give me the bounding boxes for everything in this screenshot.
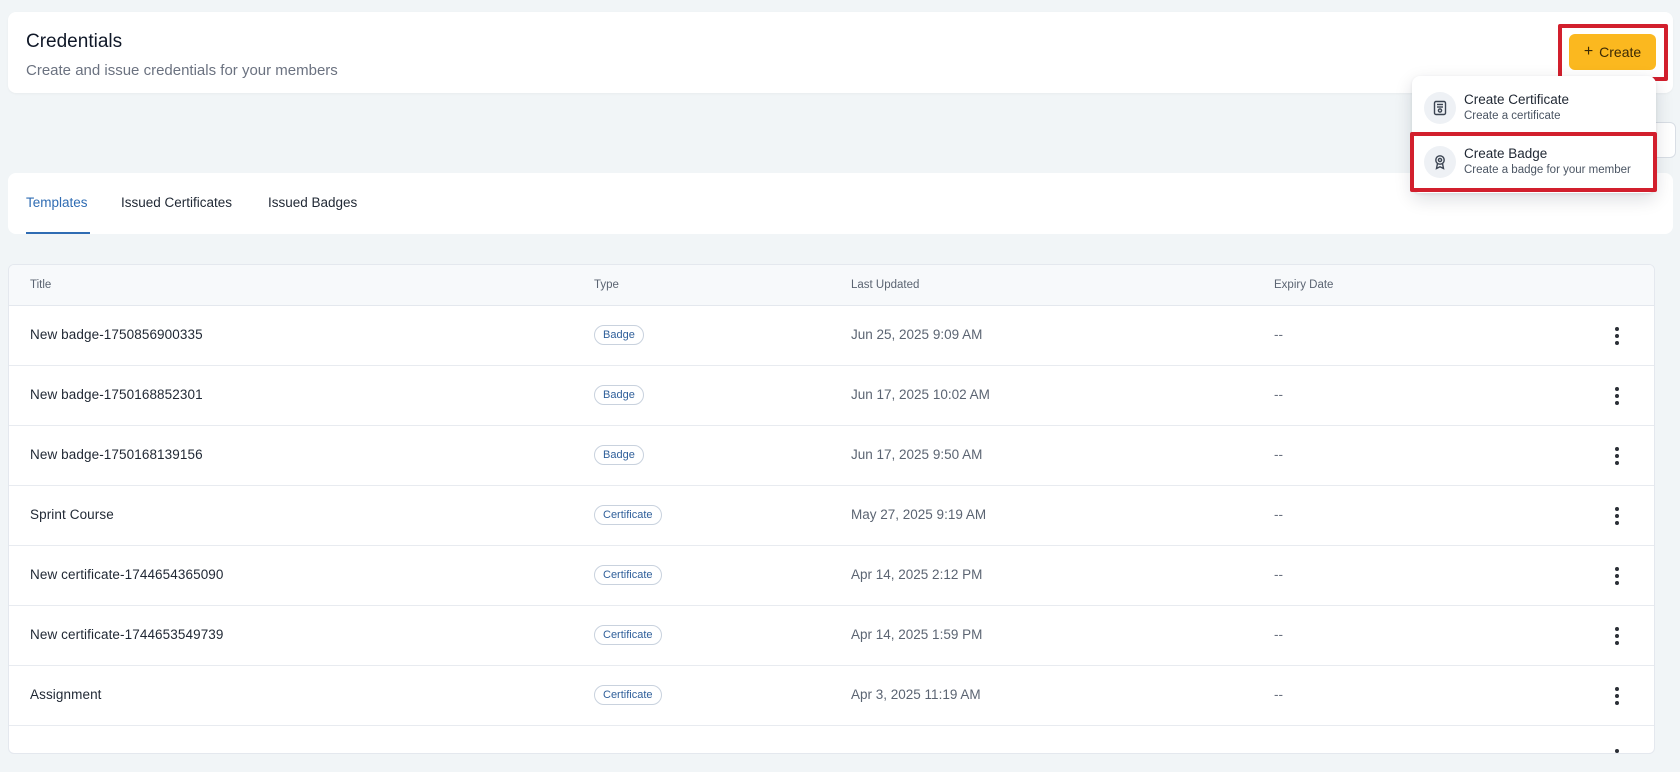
row-expiry-date: -- [1274, 627, 1283, 642]
templates-table: Title Type Last Updated Expiry Date New … [8, 264, 1655, 754]
column-header-last-updated: Last Updated [851, 279, 920, 291]
type-badge: Certificate [594, 625, 662, 645]
create-dropdown-menu: Create Certificate Create a certificate … [1412, 76, 1656, 193]
create-button-label: Create [1599, 44, 1642, 60]
tab-issued-certificates[interactable]: Issued Certificates [121, 195, 232, 210]
row-last-updated: Apr 14, 2025 1:59 PM [851, 627, 983, 642]
badge-icon [1424, 146, 1456, 178]
more-options-icon[interactable] [1609, 626, 1625, 646]
row-title[interactable]: Sprint Course [30, 507, 114, 522]
table-row[interactable]: New badge-1750168139156 Badge Jun 17, 20… [9, 426, 1654, 486]
more-options-icon[interactable] [1609, 326, 1625, 346]
row-expiry-date: -- [1274, 687, 1283, 702]
table-row[interactable]: Sprint Course Certificate May 27, 2025 9… [9, 486, 1654, 546]
row-title[interactable]: New certificate-1744654365090 [30, 567, 224, 582]
page-subtitle: Create and issue credentials for your me… [26, 62, 338, 79]
type-badge: Certificate [594, 565, 662, 585]
menu-item-description: Create a certificate [1464, 110, 1561, 122]
type-badge: Badge [594, 325, 644, 345]
row-title[interactable]: New badge-1750168852301 [30, 387, 203, 402]
menu-item-description: Create a badge for your member [1464, 164, 1631, 176]
type-badge: Certificate [594, 685, 662, 705]
column-header-expiry-date: Expiry Date [1274, 279, 1334, 291]
plus-icon: + [1583, 43, 1594, 60]
row-title[interactable]: New badge-1750168139156 [30, 447, 203, 462]
row-last-updated: Jun 25, 2025 9:09 AM [851, 327, 983, 342]
credentials-page: Credentials Create and issue credentials… [0, 0, 1680, 772]
row-expiry-date: -- [1274, 447, 1283, 462]
column-header-type: Type [594, 279, 619, 291]
table-row[interactable]: New badge-1750856900335 Badge Jun 25, 20… [9, 306, 1654, 366]
type-badge: Badge [594, 445, 644, 465]
row-expiry-date: -- [1274, 387, 1283, 402]
create-button[interactable]: + Create [1569, 34, 1656, 70]
table-row-partial[interactable] [9, 726, 1654, 753]
menu-item-title: Create Certificate [1464, 92, 1570, 107]
type-badge: Badge [594, 385, 644, 405]
more-options-icon[interactable] [1609, 566, 1625, 586]
more-options-icon[interactable] [1609, 686, 1625, 706]
page-title: Credentials [26, 31, 123, 52]
menu-item-title: Create Badge [1464, 146, 1548, 161]
row-last-updated: Apr 3, 2025 11:19 AM [851, 687, 981, 702]
row-last-updated: Jun 17, 2025 9:50 AM [851, 447, 983, 462]
more-options-icon[interactable] [1609, 386, 1625, 406]
row-title[interactable]: Assignment [30, 687, 102, 702]
menu-item-create-certificate[interactable]: Create Certificate Create a certificate [1412, 81, 1656, 135]
tab-issued-badges[interactable]: Issued Badges [268, 195, 357, 210]
row-last-updated: Jun 17, 2025 10:02 AM [851, 387, 990, 402]
tab-templates[interactable]: Templates [26, 195, 88, 210]
menu-item-create-badge[interactable]: Create Badge Create a badge for your mem… [1412, 135, 1656, 189]
active-tab-indicator [26, 232, 90, 234]
table-header: Title Type Last Updated Expiry Date [9, 265, 1654, 306]
row-expiry-date: -- [1274, 567, 1283, 582]
more-options-icon[interactable] [1609, 748, 1625, 753]
table-row[interactable]: New certificate-1744654365090 Certificat… [9, 546, 1654, 606]
table-row[interactable]: Assignment Certificate Apr 3, 2025 11:19… [9, 666, 1654, 726]
row-last-updated: Apr 14, 2025 2:12 PM [851, 567, 983, 582]
row-expiry-date: -- [1274, 327, 1283, 342]
type-badge: Certificate [594, 505, 662, 525]
row-title[interactable]: New badge-1750856900335 [30, 327, 203, 342]
row-expiry-date: -- [1274, 507, 1283, 522]
more-options-icon[interactable] [1609, 506, 1625, 526]
table-row[interactable]: New certificate-1744653549739 Certificat… [9, 606, 1654, 666]
row-last-updated: May 27, 2025 9:19 AM [851, 507, 987, 522]
certificate-icon [1424, 92, 1456, 124]
column-header-title: Title [30, 279, 52, 291]
table-row[interactable]: New badge-1750168852301 Badge Jun 17, 20… [9, 366, 1654, 426]
row-title[interactable]: New certificate-1744653549739 [30, 627, 224, 642]
more-options-icon[interactable] [1609, 446, 1625, 466]
